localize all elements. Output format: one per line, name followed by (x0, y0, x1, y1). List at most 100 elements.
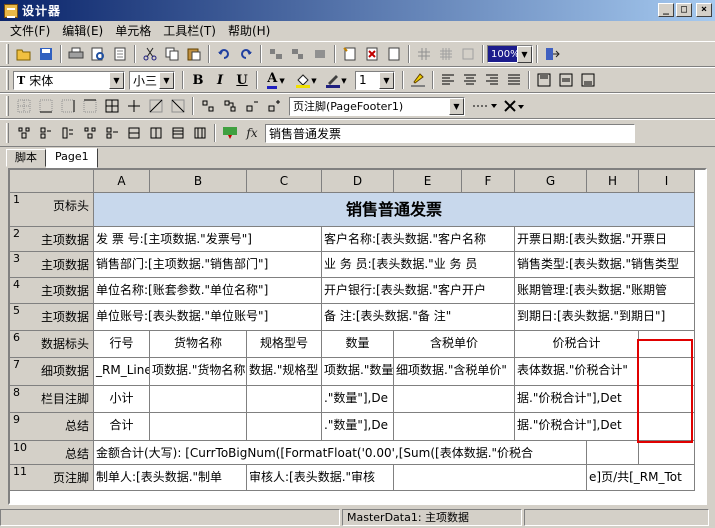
grid-cell[interactable]: 账期管理:[表头数据."账期管 (515, 278, 695, 304)
grid-cell[interactable]: 小计 (94, 386, 150, 413)
grid-cell[interactable]: 客户名称:[表头数据."客户名称 (322, 227, 515, 252)
row-header[interactable]: 主项数据 5 (10, 304, 94, 331)
grid-cell[interactable]: 审核人:[表头数据."审核 (247, 465, 394, 491)
grid-cell[interactable]: 开户银行:[表头数据."客户开户 (322, 278, 515, 304)
column-header[interactable]: C (247, 170, 322, 193)
toolbar-grip[interactable] (6, 96, 9, 116)
band-icon[interactable] (263, 95, 285, 117)
function-icon[interactable]: fx (241, 122, 263, 144)
menu-toolbar[interactable]: 工具栏(T) (157, 22, 222, 40)
column-header[interactable]: G (515, 170, 587, 193)
grid-cell[interactable]: 货物名称 (150, 331, 247, 358)
row-header[interactable]: 页标头 1 (10, 193, 94, 227)
insert-page-icon[interactable] (339, 43, 361, 65)
zoom-select[interactable]: 100% ▼ (487, 45, 533, 63)
grid-cell[interactable] (639, 441, 695, 465)
border-icon[interactable] (123, 95, 145, 117)
border-icon[interactable] (101, 95, 123, 117)
grid-cell[interactable]: 项数据."货物名称 (150, 358, 247, 386)
formula-input[interactable]: 销售普通发票 (265, 123, 635, 143)
grid-cell[interactable] (247, 386, 322, 413)
align-center-icon[interactable] (459, 69, 481, 91)
grid-cell[interactable]: _RM_Line (94, 358, 150, 386)
column-header[interactable]: A (94, 170, 150, 193)
column-header[interactable]: B (150, 170, 247, 193)
column-header[interactable]: H (587, 170, 639, 193)
grid-cell[interactable] (247, 413, 322, 441)
report-grid-area[interactable]: A B C D E F G H I 页标头 1 主项数据 2 主项数据 3 主项数据 4… (8, 168, 707, 505)
band-icon[interactable] (241, 95, 263, 117)
row-header[interactable]: 主项数据 3 (10, 252, 94, 278)
line-style-icon[interactable] (469, 95, 501, 117)
italic-icon[interactable]: I (209, 69, 231, 91)
row-header[interactable]: 数据标头 6 (10, 331, 94, 358)
grid-cell[interactable]: 单位名称:[账套参数."单位名称"] (94, 278, 322, 304)
paste-icon[interactable] (183, 43, 205, 65)
band-icon[interactable] (219, 95, 241, 117)
grid-icon[interactable] (457, 43, 479, 65)
cell-merge-icon[interactable] (123, 122, 145, 144)
grid-cell[interactable]: 备 注:[表头数据."备 注" (322, 304, 515, 331)
border-icon[interactable] (57, 95, 79, 117)
row-header[interactable]: 页注脚 11 (10, 465, 94, 491)
cell-merge-icon[interactable] (57, 122, 79, 144)
grid-cell[interactable]: 含税单价 (394, 331, 515, 358)
menu-help[interactable]: 帮助(H) (222, 22, 276, 40)
toolbar-grip[interactable] (6, 44, 9, 64)
align-right-icon[interactable] (481, 69, 503, 91)
grid-cell[interactable]: 表体数据."价税合计" (515, 358, 639, 386)
align-icon[interactable] (287, 43, 309, 65)
line-width-select[interactable]: 1 ▼ (355, 70, 395, 90)
column-header[interactable]: I (639, 170, 695, 193)
align-left-icon[interactable] (437, 69, 459, 91)
insert-page-icon[interactable] (361, 43, 383, 65)
exit-icon[interactable] (541, 43, 563, 65)
grid-cell[interactable]: 数据."规格型 (247, 358, 322, 386)
grid-cell[interactable]: 发 票 号:[主项数据."发票号"] (94, 227, 322, 252)
grid-cell[interactable]: 单位账号:[表头数据."单位账号"] (94, 304, 322, 331)
copy-icon[interactable] (161, 43, 183, 65)
grid-cell[interactable] (587, 441, 639, 465)
insert-page-icon[interactable] (383, 43, 405, 65)
column-header[interactable]: E (394, 170, 462, 193)
band-icon[interactable] (197, 95, 219, 117)
grid-cell[interactable]: 价税合计 (515, 331, 639, 358)
save-icon[interactable] (35, 43, 57, 65)
maximize-button[interactable]: □ (676, 3, 692, 17)
grid-icon[interactable] (435, 43, 457, 65)
border-icon[interactable] (167, 95, 189, 117)
grid-cell[interactable] (150, 413, 247, 441)
tab-script[interactable]: 脚本 (6, 149, 46, 167)
grid-cell[interactable]: 到期日:[表头数据."到期日"] (515, 304, 695, 331)
font-color-icon[interactable]: A ▼ (261, 69, 291, 91)
close-button[interactable]: × (696, 3, 712, 17)
font-name-select[interactable]: T 宋体 ▼ (13, 70, 125, 90)
row-header[interactable]: 总结 10 (10, 441, 94, 465)
menu-cell[interactable]: 单元格 (109, 22, 157, 40)
row-header[interactable]: 主项数据 2 (10, 227, 94, 252)
grid-cell[interactable]: 业 务 员:[表头数据."业 务 员 (322, 252, 515, 278)
row-header[interactable]: 栏目注脚 8 (10, 386, 94, 413)
align-middle-icon[interactable] (555, 69, 577, 91)
cell-merge-icon[interactable] (167, 122, 189, 144)
grid-cell[interactable]: 数量 (322, 331, 394, 358)
grid-cell[interactable]: 据."价税合计"],Det (515, 413, 639, 441)
column-header[interactable]: F (462, 170, 515, 193)
cell-merge-icon[interactable] (145, 122, 167, 144)
column-header[interactable]: D (322, 170, 394, 193)
menu-edit[interactable]: 编辑(E) (56, 22, 109, 40)
border-icon[interactable] (13, 95, 35, 117)
grid-cell[interactable]: 销售类型:[表头数据."销售类型 (515, 252, 695, 278)
menu-file[interactable]: 文件(F) (4, 22, 56, 40)
grid-cell[interactable]: 合计 (94, 413, 150, 441)
grid-icon[interactable] (413, 43, 435, 65)
grid-corner[interactable] (10, 170, 94, 193)
highlighter-icon[interactable] (407, 69, 429, 91)
undo-icon[interactable] (213, 43, 235, 65)
bold-icon[interactable]: B (187, 69, 209, 91)
print-icon[interactable] (65, 43, 87, 65)
row-header[interactable]: 细项数据 7 (10, 358, 94, 386)
cell-merge-icon[interactable] (13, 122, 35, 144)
redo-icon[interactable] (235, 43, 257, 65)
tab-page1[interactable]: Page1 (46, 148, 98, 168)
